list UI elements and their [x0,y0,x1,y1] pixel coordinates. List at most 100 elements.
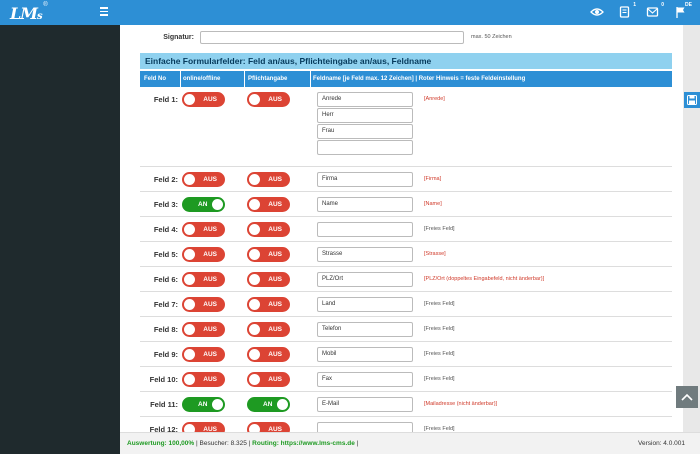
fieldname-input[interactable]: Herr [317,108,413,123]
field-row: Feld 12: AUS AUS [Freies Feld] [140,417,672,432]
toggle-knob [184,174,195,185]
fieldname-input[interactable]: Land [317,297,413,312]
toggle-label: AUS [268,201,282,208]
notes-icon[interactable]: 1 [618,2,636,19]
toggle-knob [184,249,195,260]
field-label: Feld 10: [149,375,178,384]
fieldname-input[interactable]: Name [317,197,413,212]
pflicht-toggle[interactable]: AUS [247,92,290,107]
online-toggle[interactable]: AUS [182,247,225,262]
field-row: Feld 8: AUS AUS Telefon [Freies Feld] [140,317,672,342]
toggle-label: AUS [268,176,282,183]
pflicht-toggle[interactable]: AUS [247,272,290,287]
online-toggle[interactable]: AUS [182,422,225,432]
eye-icon[interactable] [590,5,604,19]
toggle-label: AN [198,201,208,208]
mail-icon[interactable]: 0 [646,2,664,19]
online-toggle[interactable]: AUS [182,347,225,362]
col-pflicht: Pflichtangabe [248,76,288,82]
toggle-knob [249,274,260,285]
online-toggle[interactable]: AUS [182,172,225,187]
toggle-label: AN [198,401,208,408]
fieldname-input[interactable] [317,222,413,237]
fieldname-input[interactable]: Firma [317,172,413,187]
fieldname-input[interactable]: Fax [317,372,413,387]
field-hint: [Strasse] [424,251,446,257]
logo-text: LMs [10,4,43,23]
section-title: Einfache Formularfelder: Feld an/aus, Pf… [140,53,672,69]
save-button[interactable] [684,92,700,108]
pflicht-toggle[interactable]: AUS [247,172,290,187]
footer: Auswertung: 100,00% | Besucher: 8.325 | … [120,432,700,454]
online-toggle[interactable]: AUS [182,372,225,387]
mail-badge: 0 [661,2,664,8]
toggle-knob [212,199,223,210]
logo[interactable]: LMs ® [10,2,48,23]
online-toggle[interactable]: AUS [182,272,225,287]
fieldname-input[interactable] [317,422,413,432]
field-hint: [Freies Feld] [424,376,455,382]
fieldname-input[interactable]: Strasse [317,247,413,262]
menu-icon[interactable] [100,7,109,18]
field-label: Feld 2: [153,175,178,184]
main-content: Signatur: max. 50 Zeichen Einfache Formu… [120,25,683,432]
toggle-knob [249,299,260,310]
toggle-label: AUS [268,251,282,258]
toggle-knob [249,424,260,432]
field-label: Feld 8: [153,325,178,334]
toggle-label: AUS [268,326,282,333]
scroll-top-button[interactable] [676,386,698,408]
right-strip [683,25,700,432]
online-toggle[interactable]: AUS [182,92,225,107]
pflicht-toggle[interactable]: AUS [247,322,290,337]
field-hint: [Mailadresse (nicht änderbar)] [424,401,498,407]
field-rows: Feld 1: AUS AUS Anrede Herr Frau [Anrede] Feld … [140,87,672,432]
online-toggle[interactable]: AUS [182,297,225,312]
chevron-up-icon [681,393,693,401]
field-hint: [PLZ/Ort (doppeltes Eingabefeld, nicht ä… [424,276,545,282]
toggle-label: AUS [203,251,217,258]
logo-registered: ® [43,2,48,8]
field-label: Feld 6: [153,275,178,284]
online-toggle[interactable]: AUS [182,222,225,237]
online-toggle[interactable]: AN [182,397,225,412]
toggle-label: AUS [203,96,217,103]
pflicht-toggle[interactable]: AUS [247,247,290,262]
fieldname-input[interactable]: PLZ/Ort [317,272,413,287]
field-row: Feld 1: AUS AUS Anrede Herr Frau [Anrede] [140,87,672,167]
fieldname-input[interactable] [317,140,413,155]
fieldname-input[interactable]: E-Mail [317,397,413,412]
pflicht-toggle[interactable]: AUS [247,222,290,237]
top-icons: 1 0 DE [590,2,692,19]
pflicht-toggle[interactable]: AN [247,397,290,412]
fieldname-input[interactable]: Mobil [317,347,413,362]
online-toggle[interactable]: AN [182,197,225,212]
field-hint: [Freies Feld] [424,226,455,232]
toggle-knob [249,249,260,260]
pflicht-toggle[interactable]: AUS [247,422,290,432]
flag-icon[interactable]: DE [674,2,692,19]
field-row: Feld 6: AUS AUS PLZ/Ort [PLZ/Ort (doppeltes … [140,267,672,292]
pflicht-toggle[interactable]: AUS [247,197,290,212]
fieldname-input[interactable]: Telefon [317,322,413,337]
pflicht-toggle[interactable]: AUS [247,297,290,312]
toggle-label: AUS [268,226,282,233]
pflicht-toggle[interactable]: AUS [247,347,290,362]
notes-badge: 1 [633,2,636,8]
signatur-input[interactable] [200,30,464,44]
toggle-knob [249,199,260,210]
online-toggle[interactable]: AUS [182,322,225,337]
field-label: Feld 7: [153,300,178,309]
footer-routing[interactable]: Routing: https://www.lms-cms.de [252,440,355,447]
fieldname-input[interactable]: Frau [317,124,413,139]
field-label: Feld 3: [153,200,178,209]
field-label: Feld 9: [153,350,178,359]
pflicht-toggle[interactable]: AUS [247,372,290,387]
fieldname-input[interactable]: Anrede [317,92,413,107]
field-row: Feld 3: AN AUS Name [Name] [140,192,672,217]
toggle-knob [184,424,195,432]
sidebar [0,25,120,454]
toggle-label: AUS [203,351,217,358]
signatur-row: Signatur: max. 50 Zeichen [130,30,512,44]
col-online: online/offline [183,76,221,82]
